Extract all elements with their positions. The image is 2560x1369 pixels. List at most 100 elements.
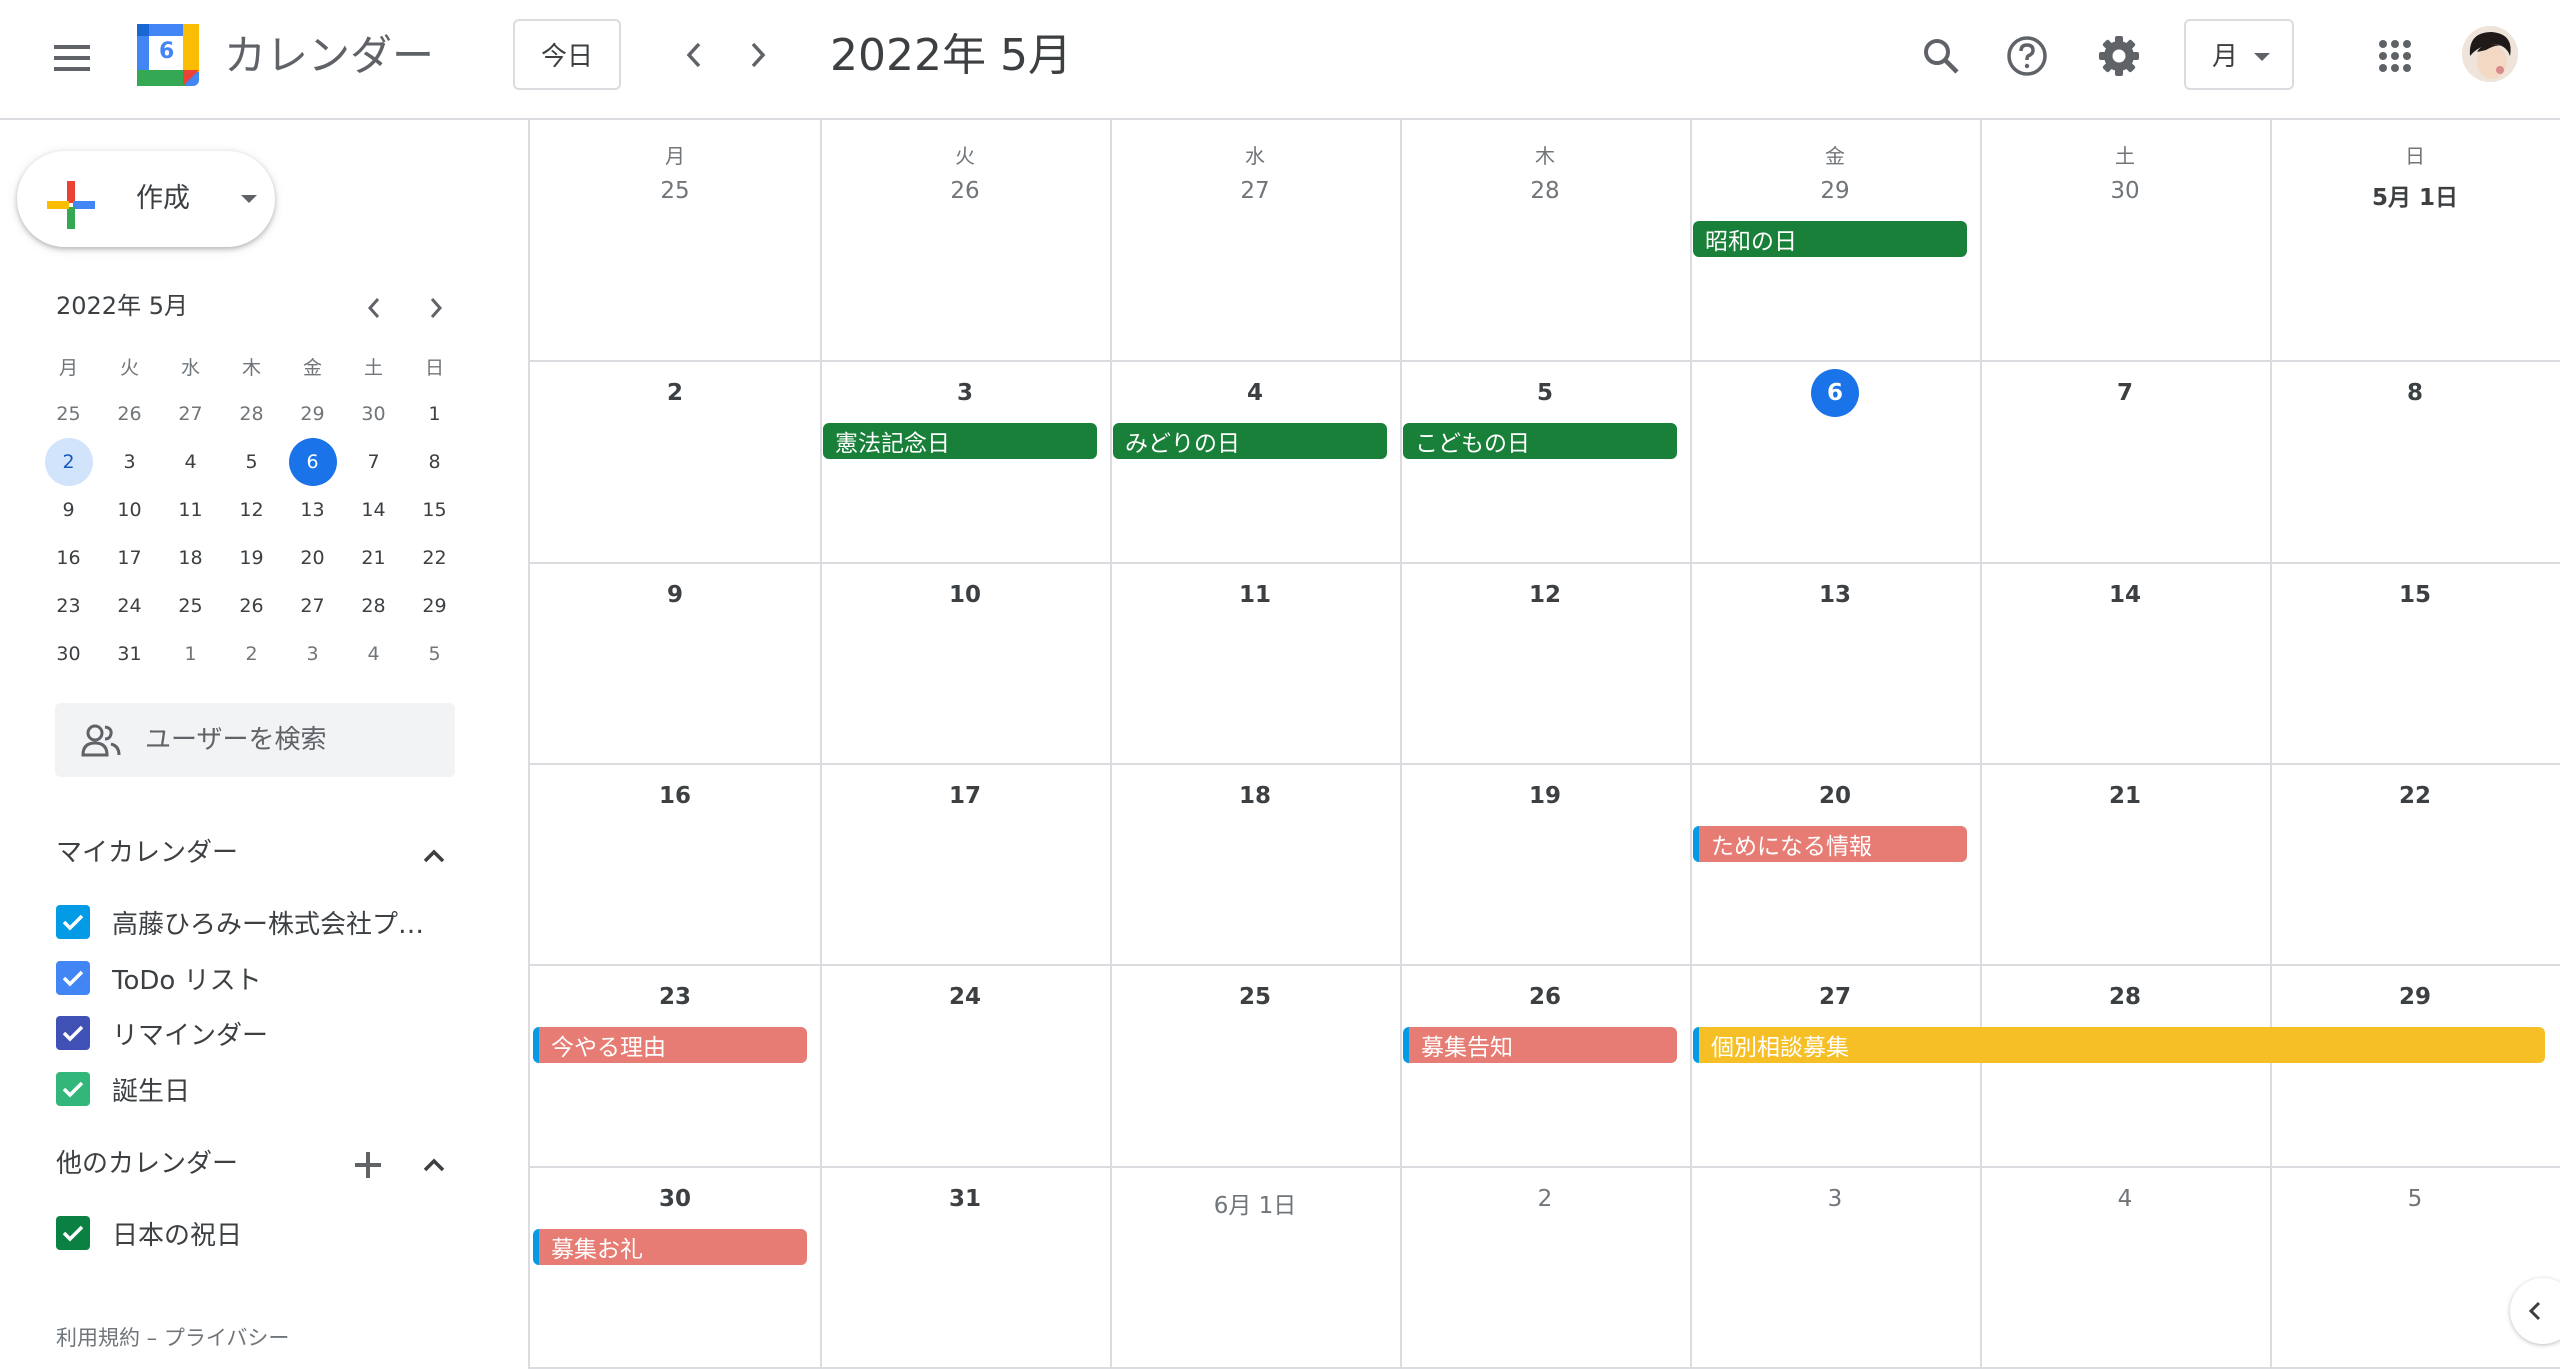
day-number[interactable]: 5月 1日: [2270, 178, 2560, 212]
day-number[interactable]: 9: [530, 582, 820, 608]
event-chip[interactable]: 募集告知: [1403, 1027, 1677, 1063]
mini-day-today[interactable]: 6: [282, 438, 343, 486]
mini-day[interactable]: 3: [99, 438, 160, 486]
day-number[interactable]: 26: [820, 178, 1110, 204]
day-number[interactable]: 22: [2270, 783, 2560, 809]
mini-day[interactable]: 31: [99, 630, 160, 678]
mini-day[interactable]: 29: [282, 390, 343, 438]
day-number[interactable]: 4: [1110, 380, 1400, 406]
footer-links[interactable]: 利用規約 – プライバシー: [56, 1322, 289, 1352]
mini-day[interactable]: 8: [404, 438, 465, 486]
calendar-checkbox[interactable]: [56, 961, 90, 995]
mini-day[interactable]: 9: [38, 486, 99, 534]
mini-day[interactable]: 4: [160, 438, 221, 486]
day-number[interactable]: 25: [530, 178, 820, 204]
day-number[interactable]: 16: [530, 783, 820, 809]
mini-day[interactable]: 28: [343, 582, 404, 630]
today-day-number[interactable]: 6: [1811, 369, 1859, 417]
other-calendars-toggle[interactable]: [412, 1143, 456, 1187]
search-button[interactable]: [1910, 25, 1972, 87]
mini-day[interactable]: 5: [404, 630, 465, 678]
day-number[interactable]: 24: [820, 984, 1110, 1010]
day-number[interactable]: 27: [1690, 984, 1980, 1010]
day-number[interactable]: 20: [1690, 783, 1980, 809]
event-chip[interactable]: こどもの日: [1403, 423, 1677, 459]
mini-calendar-next-button[interactable]: [416, 288, 456, 328]
day-number[interactable]: 31: [820, 1186, 1110, 1212]
calendar-item[interactable]: ToDo リスト: [56, 958, 262, 998]
day-number[interactable]: 2: [1400, 1186, 1690, 1212]
people-search-input[interactable]: [145, 721, 435, 759]
day-number[interactable]: 29: [2270, 984, 2560, 1010]
mini-day[interactable]: 3: [282, 630, 343, 678]
mini-day[interactable]: 20: [282, 534, 343, 582]
event-chip[interactable]: 憲法記念日: [823, 423, 1097, 459]
mini-day[interactable]: 7: [343, 438, 404, 486]
calendar-logo[interactable]: 6: [135, 22, 201, 88]
add-other-calendar-button[interactable]: [346, 1143, 390, 1187]
event-chip[interactable]: みどりの日: [1113, 423, 1387, 459]
my-calendars-title[interactable]: マイカレンダー: [56, 834, 238, 872]
mini-day[interactable]: 27: [160, 390, 221, 438]
day-number[interactable]: 3: [820, 380, 1110, 406]
mini-day[interactable]: 18: [160, 534, 221, 582]
mini-day[interactable]: 15: [404, 486, 465, 534]
day-number[interactable]: 30: [1980, 178, 2270, 204]
calendar-item[interactable]: リマインダー: [56, 1013, 268, 1053]
calendar-item[interactable]: 日本の祝日: [56, 1213, 242, 1253]
mini-day[interactable]: 23: [38, 582, 99, 630]
day-number[interactable]: 18: [1110, 783, 1400, 809]
mini-day[interactable]: 16: [38, 534, 99, 582]
mini-day[interactable]: 26: [99, 390, 160, 438]
event-chip[interactable]: 今やる理由: [533, 1027, 807, 1063]
mini-day-selected[interactable]: 2: [38, 438, 99, 486]
next-period-button[interactable]: [728, 25, 788, 85]
day-number[interactable]: 30: [530, 1186, 820, 1212]
day-number[interactable]: 5: [1400, 380, 1690, 406]
settings-button[interactable]: [2088, 25, 2150, 87]
day-number[interactable]: 5: [2270, 1186, 2560, 1212]
google-apps-button[interactable]: [2364, 25, 2426, 87]
day-number[interactable]: 14: [1980, 582, 2270, 608]
mini-day[interactable]: 17: [99, 534, 160, 582]
calendar-checkbox[interactable]: [56, 1216, 90, 1250]
event-chip[interactable]: 個別相談募集: [1693, 1027, 2545, 1063]
mini-day[interactable]: 30: [343, 390, 404, 438]
mini-day[interactable]: 30: [38, 630, 99, 678]
day-number[interactable]: 11: [1110, 582, 1400, 608]
mini-day[interactable]: 25: [160, 582, 221, 630]
day-number[interactable]: 6月 1日: [1110, 1186, 1400, 1220]
day-number[interactable]: 23: [530, 984, 820, 1010]
view-switcher-dropdown[interactable]: 月: [2184, 19, 2294, 90]
day-number[interactable]: 28: [1400, 178, 1690, 204]
create-button[interactable]: 作成: [17, 151, 275, 247]
day-number[interactable]: 21: [1980, 783, 2270, 809]
day-number[interactable]: 29: [1690, 178, 1980, 204]
mini-day[interactable]: 12: [221, 486, 282, 534]
calendar-checkbox[interactable]: [56, 905, 90, 939]
previous-period-button[interactable]: [664, 25, 724, 85]
day-number[interactable]: 4: [1980, 1186, 2270, 1212]
day-number[interactable]: 2: [530, 380, 820, 406]
day-number[interactable]: 13: [1690, 582, 1980, 608]
mini-day[interactable]: 5: [221, 438, 282, 486]
other-calendars-title[interactable]: 他のカレンダー: [56, 1145, 238, 1183]
calendar-checkbox[interactable]: [56, 1016, 90, 1050]
my-calendars-toggle[interactable]: [412, 834, 456, 878]
mini-day[interactable]: 11: [160, 486, 221, 534]
day-number[interactable]: 8: [2270, 380, 2560, 406]
today-button[interactable]: 今日: [513, 19, 621, 90]
mini-calendar-prev-button[interactable]: [354, 288, 394, 328]
mini-day[interactable]: 1: [160, 630, 221, 678]
day-number[interactable]: 19: [1400, 783, 1690, 809]
mini-day[interactable]: 10: [99, 486, 160, 534]
event-chip[interactable]: ためになる情報: [1693, 826, 1967, 862]
mini-day[interactable]: 19: [221, 534, 282, 582]
mini-day[interactable]: 27: [282, 582, 343, 630]
mini-day[interactable]: 14: [343, 486, 404, 534]
mini-day[interactable]: 4: [343, 630, 404, 678]
account-avatar[interactable]: [2462, 26, 2518, 82]
day-number[interactable]: 12: [1400, 582, 1690, 608]
mini-day[interactable]: 22: [404, 534, 465, 582]
day-number[interactable]: 28: [1980, 984, 2270, 1010]
